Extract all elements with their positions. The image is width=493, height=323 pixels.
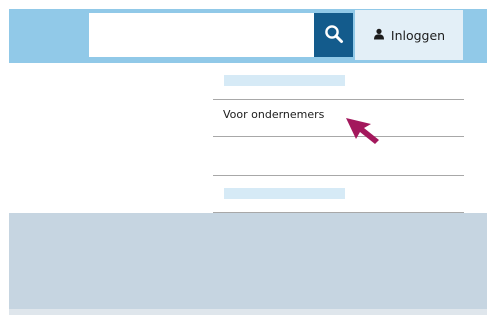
login-button[interactable]: Inloggen xyxy=(355,10,463,60)
search-icon xyxy=(324,24,344,47)
menu-divider xyxy=(213,175,464,176)
cursor-arrow-icon xyxy=(340,110,382,146)
page: Inloggen Voor ondernemers xyxy=(0,0,493,323)
menu-divider xyxy=(213,136,464,137)
footer-band xyxy=(9,213,487,309)
login-label: Inloggen xyxy=(390,27,446,43)
menu-item-voor-ondernemers[interactable]: Voor ondernemers xyxy=(223,108,324,121)
dropdown-menu: Voor ondernemers xyxy=(213,63,464,213)
menu-placeholder-bar xyxy=(224,188,345,199)
menu-placeholder-bar xyxy=(224,75,345,86)
bottom-strip xyxy=(9,309,487,315)
search-input[interactable] xyxy=(89,13,314,57)
user-icon xyxy=(373,28,385,43)
menu-divider xyxy=(213,99,464,100)
search-button[interactable] xyxy=(314,13,353,57)
